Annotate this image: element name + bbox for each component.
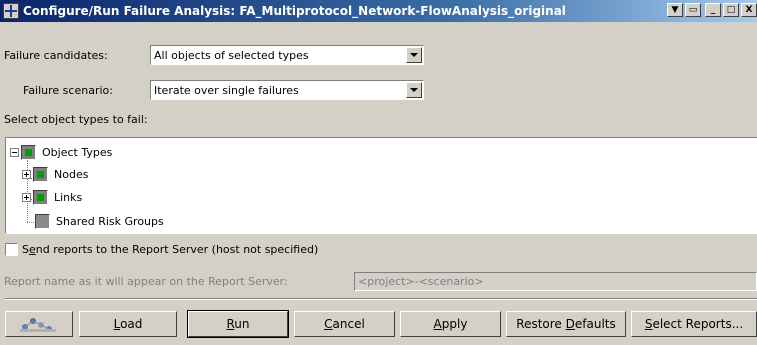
tri-state-checkbox[interactable] — [33, 166, 48, 182]
send-reports-label: Send reports to the Report Server (host … — [22, 243, 319, 256]
minimize-button[interactable]: _ — [705, 3, 721, 17]
report-name-value: <project>-<scenario> — [358, 275, 484, 288]
cancel-button[interactable]: Cancel — [294, 311, 395, 337]
tree-item-label: Shared Risk Groups — [56, 214, 164, 228]
tree-item-label: Links — [54, 190, 83, 204]
failure-scenario-label: Failure scenario: — [23, 84, 113, 97]
select-types-label: Select object types to fail: — [4, 113, 148, 126]
collapse-icon[interactable] — [10, 147, 19, 157]
window-controls: ▼ ▭ _ □ X — [667, 3, 757, 17]
send-reports-checkbox[interactable] — [5, 243, 18, 256]
tree-item-label: Nodes — [54, 167, 89, 181]
failure-candidates-value: All objects of selected types — [154, 49, 309, 62]
app-icon — [3, 3, 19, 19]
tri-state-checkbox[interactable] — [35, 213, 50, 229]
select-reports-button[interactable]: Select Reports... — [631, 311, 757, 337]
tree-item-label: Object Types — [42, 145, 113, 159]
report-name-field[interactable]: <project>-<scenario> — [354, 272, 757, 291]
close-button[interactable]: X — [741, 3, 757, 17]
maximize-button[interactable]: □ — [723, 3, 739, 17]
tri-state-checkbox[interactable] — [33, 189, 48, 205]
tri-state-checkbox[interactable] — [21, 144, 36, 160]
logo-button[interactable] — [5, 311, 73, 337]
menu-dropdown-button[interactable]: ▼ — [667, 3, 683, 17]
load-button[interactable]: Load — [79, 311, 177, 337]
tree-item-shared-risk-groups[interactable]: Shared Risk Groups — [35, 212, 164, 230]
chevron-down-icon[interactable] — [406, 47, 422, 63]
tree-item-links[interactable]: Links — [22, 188, 82, 206]
failure-candidates-label: Failure candidates: — [4, 49, 108, 62]
restore-button[interactable]: ▭ — [685, 3, 701, 17]
apply-button[interactable]: Apply — [400, 311, 501, 337]
expand-icon[interactable] — [22, 169, 31, 179]
title-bar: Configure/Run Failure Analysis: FA_Multi… — [0, 0, 757, 22]
failure-candidates-select[interactable]: All objects of selected types — [150, 45, 424, 65]
restore-defaults-button[interactable]: Restore Defaults — [506, 311, 626, 337]
run-button[interactable]: Run — [187, 310, 289, 338]
tree-item-nodes[interactable]: Nodes — [22, 165, 88, 183]
failure-scenario-select[interactable]: Iterate over single failures — [150, 80, 424, 100]
window-title: Configure/Run Failure Analysis: FA_Multi… — [23, 4, 566, 18]
tree-item-object-types[interactable]: Object Types — [10, 143, 112, 161]
separator — [5, 298, 757, 300]
send-reports-checkbox-row[interactable]: Send reports to the Report Server (host … — [5, 243, 318, 256]
failure-scenario-value: Iterate over single failures — [154, 84, 299, 97]
network-logo-icon — [20, 318, 56, 332]
expand-icon[interactable] — [22, 192, 31, 202]
object-types-tree[interactable]: Object Types Nodes Links Shared Risk Gro… — [5, 137, 757, 234]
chevron-down-icon[interactable] — [406, 82, 422, 98]
report-name-label: Report name as it will appear on the Rep… — [4, 275, 288, 288]
